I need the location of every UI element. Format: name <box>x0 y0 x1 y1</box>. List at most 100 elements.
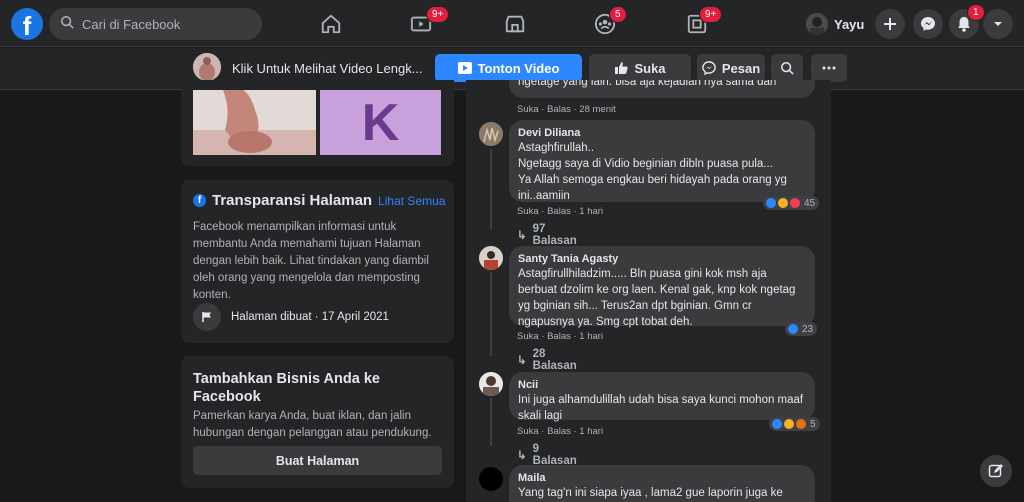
comment-bubble: Maila Yang tag'n ini siapa iyaa , lama2 … <box>509 465 815 502</box>
reaction-summary[interactable]: 23 <box>785 322 818 336</box>
reaction-summary[interactable]: 45 <box>763 196 820 210</box>
thread-line <box>490 149 492 229</box>
business-body: Pamerkan karya Anda, buat iklan, dan jal… <box>193 410 432 439</box>
commenter-avatar[interactable] <box>479 372 503 396</box>
haha-reaction-icon <box>777 197 789 209</box>
account-menu-button[interactable] <box>983 9 1013 39</box>
transparency-body: Facebook menampilkan informasi untuk mem… <box>193 221 429 301</box>
reaction-count: 23 <box>802 323 814 335</box>
groups-icon[interactable]: 5 <box>590 6 627 39</box>
search-input[interactable] <box>82 16 252 32</box>
top-navbar: f 9+ 5 9+ Yayu 1 <box>0 0 1024 47</box>
user-name: Yayu <box>834 16 865 32</box>
thread-line <box>490 398 492 446</box>
notifications-button[interactable]: 1 <box>949 4 985 39</box>
video-icon <box>457 62 472 74</box>
commenter-name[interactable]: Devi Diliana <box>518 126 806 140</box>
commenter-avatar[interactable] <box>479 122 503 146</box>
facebook-logo[interactable]: f <box>11 8 43 40</box>
haha-reaction-icon <box>783 418 795 430</box>
love-reaction-icon <box>789 197 801 209</box>
commenter-name[interactable]: Maila <box>518 471 806 485</box>
comment-text: ngetage yang lain. bisa aja kejadian nya… <box>518 80 777 88</box>
business-title: Tambahkan Bisnis Anda ke Facebook <box>193 371 380 405</box>
reply-arrow-icon: ↳ <box>517 450 527 462</box>
transparency-header: f Transparansi Halaman Lihat Semua <box>193 192 445 209</box>
create-button[interactable] <box>875 9 905 39</box>
commenter-name[interactable]: Santy Tania Agasty <box>518 252 806 266</box>
watch-icon[interactable]: 9+ <box>406 6 450 39</box>
gaming-icon[interactable]: 9+ <box>682 6 723 39</box>
comment-text: Astaghfirullah.. Ngetagg saya di Vidio b… <box>518 142 787 202</box>
photo-thumbnail[interactable] <box>193 90 316 155</box>
business-card: Tambahkan Bisnis Anda ke Facebook Pamerk… <box>181 356 454 488</box>
reaction-count: 5 <box>810 418 816 430</box>
like-label: Suka <box>634 60 666 76</box>
watch-video-button[interactable]: Tonton Video <box>435 54 582 82</box>
messenger-icon <box>921 17 935 31</box>
more-icon <box>822 66 836 70</box>
comment-actions[interactable]: Suka · Balas · 1 hari <box>517 206 603 217</box>
page-avatar[interactable] <box>193 53 221 81</box>
like-reaction-icon <box>771 418 783 430</box>
search-page-button[interactable] <box>771 54 803 82</box>
messenger-icon <box>702 61 716 75</box>
page-title[interactable]: Klik Untuk Melihat Video Lengk... <box>232 61 423 76</box>
plus-icon <box>884 18 896 30</box>
create-page-button[interactable]: Buat Halaman <box>193 446 442 475</box>
message-button[interactable]: Pesan <box>697 54 765 82</box>
comment-bubble: Ncii Ini juga alhamdulillah udah bisa sa… <box>509 372 815 422</box>
thread-line <box>490 272 492 356</box>
flag-icon <box>193 303 221 331</box>
comment-text: Yang tag'n ini siapa iyaa , lama2 gue la… <box>518 487 783 499</box>
reaction-count: 45 <box>804 197 816 209</box>
profile-chip[interactable]: Yayu <box>806 9 864 39</box>
search-icon <box>60 15 74 34</box>
reply-arrow-icon: ↳ <box>517 230 527 242</box>
view-replies-link[interactable]: ↳ 9 Balasan <box>517 443 577 467</box>
notification-badge: 1 <box>967 4 985 21</box>
watch-video-label: Tonton Video <box>477 60 560 76</box>
comment-text: Astagfirullhiladzim..... Bln puasa gini … <box>518 268 796 328</box>
commenter-avatar[interactable] <box>479 246 503 270</box>
thumbs-up-icon <box>615 62 629 74</box>
new-message-button[interactable] <box>980 455 1012 487</box>
comment-bubble: Devi Diliana Astaghfirullah.. Ngetagg sa… <box>509 120 815 202</box>
search-box[interactable] <box>49 8 262 40</box>
message-label: Pesan <box>721 60 761 76</box>
watch-badge: 9+ <box>426 6 450 23</box>
page-created-date: Halaman dibuat · 17 April 2021 <box>231 311 389 323</box>
like-page-button[interactable]: Suka <box>589 54 691 82</box>
replies-count: 9 Balasan <box>532 443 577 467</box>
marketplace-icon[interactable] <box>500 9 530 39</box>
comment-actions[interactable]: Suka · Balas · 1 hari <box>517 331 603 342</box>
avatar <box>806 13 828 35</box>
messenger-button[interactable] <box>913 9 943 39</box>
compose-icon <box>988 464 1003 478</box>
comment-actions[interactable]: Suka · Balas · 1 hari <box>517 426 603 437</box>
reply-arrow-icon: ↳ <box>517 355 527 367</box>
search-icon <box>780 61 794 75</box>
view-replies-link[interactable]: ↳ 28 Balasan <box>517 348 577 372</box>
photo-letter: K <box>361 93 400 152</box>
like-reaction-icon <box>787 323 799 335</box>
replies-count: 97 Balasan <box>532 223 577 247</box>
replies-count: 28 Balasan <box>532 348 577 372</box>
facebook-icon: f <box>193 194 206 207</box>
commenter-avatar[interactable] <box>479 467 503 491</box>
angry-reaction-icon <box>795 418 807 430</box>
gaming-badge: 9+ <box>699 6 723 23</box>
transparency-title: Transparansi Halaman <box>212 192 373 209</box>
commenter-name[interactable]: Ncii <box>518 378 806 392</box>
transparency-card: f Transparansi Halaman Lihat Semua Faceb… <box>181 180 454 343</box>
home-icon[interactable] <box>316 9 346 39</box>
comment-text: Ini juga alhamdulillah udah bisa saya ku… <box>518 394 804 422</box>
view-replies-link[interactable]: ↳ 97 Balasan <box>517 223 577 247</box>
see-all-link[interactable]: Lihat Semua <box>378 194 445 208</box>
reaction-summary[interactable]: 5 <box>769 417 820 431</box>
page-created-row: Halaman dibuat · 17 April 2021 <box>193 303 389 331</box>
caret-down-icon <box>994 22 1002 26</box>
more-options-button[interactable] <box>811 54 847 82</box>
photo-thumbnail[interactable]: K <box>320 90 441 155</box>
like-reaction-icon <box>765 197 777 209</box>
